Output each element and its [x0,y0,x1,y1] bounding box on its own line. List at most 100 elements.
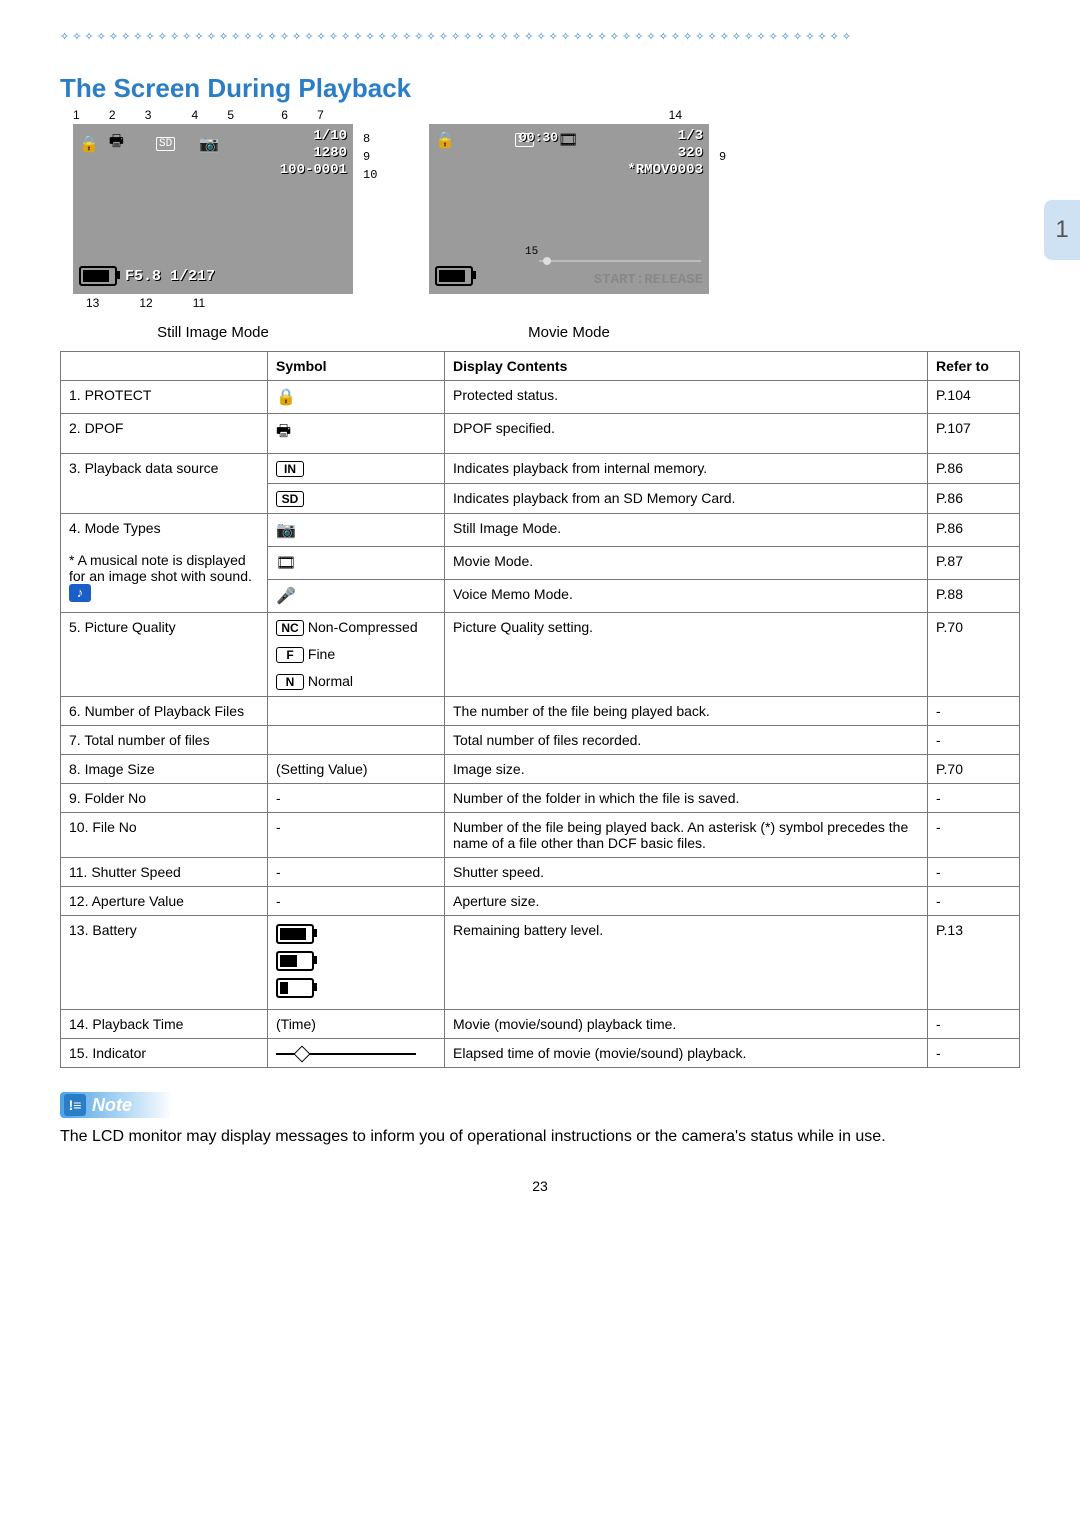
sd-badge: SD [276,491,304,507]
manual-page: ✧✧✧✧✧✧✧✧✧✧✧✧✧✧✧✧✧✧✧✧✧✧✧✧✧✧✧✧✧✧✧✧✧✧✧✧✧✧✧✧… [0,0,1080,1234]
still-count: 1/10 [280,128,347,145]
movie-count: 1/3 [627,128,703,145]
cell: - [928,858,1020,887]
header-ornament: ✧✧✧✧✧✧✧✧✧✧✧✧✧✧✧✧✧✧✧✧✧✧✧✧✧✧✧✧✧✧✧✧✧✧✧✧✧✧✧✧… [60,30,1020,43]
battery-low-icon [276,978,314,998]
still-bottom-callouts: 13 12 11 [60,294,366,310]
normal-label: Normal [308,673,353,689]
callout-3: 3 [145,108,192,122]
movie-icon: 🎞 [558,130,578,150]
note-icon: !≡ [64,1094,86,1116]
dpof-icon: 🖶 [276,423,291,440]
note-block: !≡ Note The LCD monitor may display mess… [60,1092,1020,1148]
voice-memo-icon: 🎤 [276,588,296,605]
battery-full-icon [276,924,314,944]
legend-table: Symbol Display Contents Refer to 1. PROT… [60,351,1020,1068]
cell: Indicates playback from an SD Memory Car… [445,484,928,514]
still-folder-file: 100-0001 [280,162,347,179]
cell: - [928,697,1020,726]
cell-symbol: (Setting Value) [268,755,445,784]
indicator-line [539,260,701,262]
cell: 7. Total number of files [61,726,268,755]
cell-symbol: NC Non-Compressed F Fine N Normal [268,613,445,697]
table-row: 6. Number of Playback Files The number o… [61,697,1020,726]
indicator-knob-icon [294,1046,311,1063]
cell-symbol [268,1039,445,1068]
still-top-callouts: 1 2 3 4 5 6 7 [67,108,359,124]
cell: 9. Folder No [61,784,268,813]
cell: P.86 [928,484,1020,514]
still-mode-icon: 📷 [276,522,296,539]
battery-icon [435,266,473,286]
cell-symbol: 📷 [268,514,445,547]
table-row: 10. File No - Number of the file being p… [61,813,1020,858]
note-header: !≡ Note [60,1092,248,1118]
cell: 3. Playback data source [61,454,268,514]
callout-4: 4 [191,108,227,122]
table-row: 5. Picture Quality NC Non-Compressed F F… [61,613,1020,697]
cell-text: 4. Mode Types [69,520,161,536]
cell: Movie (movie/sound) playback time. [445,1010,928,1039]
table-row: 14. Playback Time (Time) Movie (movie/so… [61,1010,1020,1039]
cell: Movie Mode. [445,547,928,580]
cell: P.107 [928,414,1020,454]
cell: P.104 [928,381,1020,414]
protect-icon: 🔒 [276,389,296,406]
cell: 11. Shutter Speed [61,858,268,887]
callout-12: 12 [139,296,152,310]
cell: P.70 [928,755,1020,784]
cell: - [928,887,1020,916]
movie-diagram: 14 🔒 SD 🎞 00:30 1/3 320 *RMOV0003 [396,108,742,341]
cell: Total number of files recorded. [445,726,928,755]
protect-icon: 🔒 [79,134,99,154]
cell: Elapsed time of movie (movie/sound) play… [445,1039,928,1068]
cell: DPOF specified. [445,414,928,454]
col-symbol: Symbol [268,352,445,381]
cell: - [928,784,1020,813]
cell: P.88 [928,580,1020,613]
callout-7: 7 [317,108,353,122]
cell: Protected status. [445,381,928,414]
cell: Voice Memo Mode. [445,580,928,613]
indicator-dot [543,257,551,265]
movie-top-callouts: 14 [396,108,742,124]
legend-header-row: Symbol Display Contents Refer to [61,352,1020,381]
cell: 10. File No [61,813,268,858]
cell: 4. Mode Types * A musical note is displa… [61,514,268,613]
cell: Indicates playback from internal memory. [445,454,928,484]
table-row: 15. Indicator Elapsed time of movie (mov… [61,1039,1020,1068]
cell: 5. Picture Quality [61,613,268,697]
note-text: The LCD monitor may display messages to … [60,1126,1020,1148]
cell-symbol: 🎤 [268,580,445,613]
callout-15: 15 [525,246,538,258]
cell: 12. Aperture Value [61,887,268,916]
cell-symbol: 🔒 [268,381,445,414]
cell: Number of the folder in which the file i… [445,784,928,813]
nc-label: Non-Compressed [308,619,418,635]
cell: Shutter speed. [445,858,928,887]
screen-diagrams: 1 2 3 4 5 6 7 🔒 🖶 SD 📷 1/10 [60,108,1020,341]
cell-symbol: SD [268,484,445,514]
camera-icon: 📷 [199,134,219,154]
dpof-icon: 🖶 [109,130,124,157]
table-row: 11. Shutter Speed - Shutter speed. - [61,858,1020,887]
still-size: 1280 [280,145,347,162]
cell: - [928,1010,1020,1039]
cell: - [928,726,1020,755]
protect-icon: 🔒 [435,130,455,150]
cell: Aperture size. [445,887,928,916]
battery-icon [79,266,117,286]
cell: The number of the file being played back… [445,697,928,726]
table-row: 9. Folder No - Number of the folder in w… [61,784,1020,813]
in-badge: IN [276,461,304,477]
callout-13: 13 [86,296,99,310]
fine-badge: F [276,647,304,663]
table-row: 8. Image Size (Setting Value) Image size… [61,755,1020,784]
cell: - [928,813,1020,858]
cell-symbol: - [268,813,445,858]
table-row: 3. Playback data source IN Indicates pla… [61,454,1020,484]
movie-time: 00:30 [519,130,558,145]
cell: 14. Playback Time [61,1010,268,1039]
movie-mode-icon: 🎞 [276,555,296,572]
cell: P.87 [928,547,1020,580]
